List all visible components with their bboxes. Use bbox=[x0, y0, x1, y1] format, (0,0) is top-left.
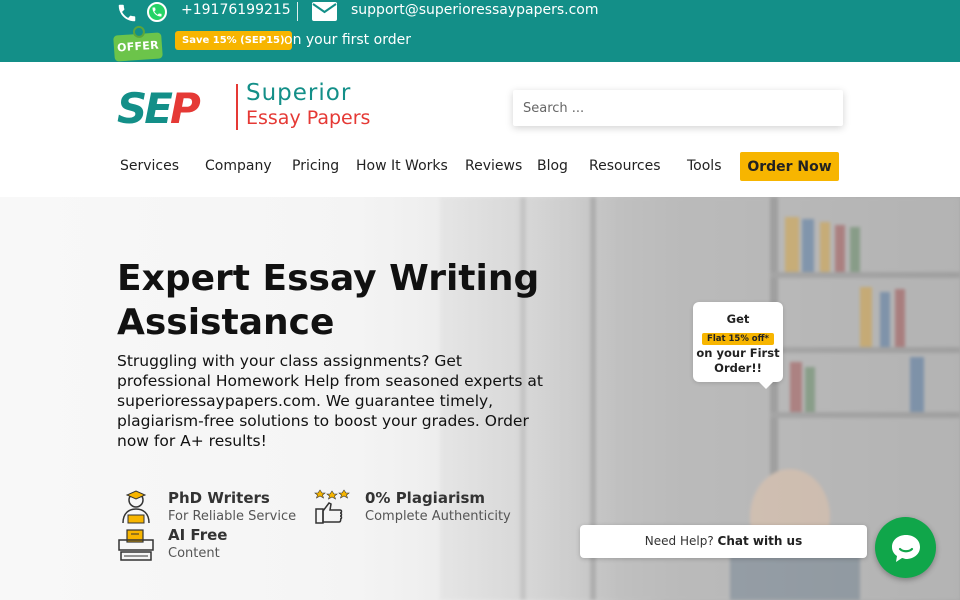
search-box bbox=[513, 90, 843, 126]
promo-discount-badge: Flat 15% off* bbox=[702, 333, 774, 345]
hero-title: Expert Essay Writing Assistance bbox=[117, 258, 540, 343]
logo-divider bbox=[236, 84, 238, 130]
nav-pricing[interactable]: Pricing bbox=[292, 158, 339, 174]
contact-divider bbox=[297, 2, 298, 21]
order-now-button[interactable]: Order Now bbox=[740, 152, 839, 181]
logo-mark: SEP bbox=[117, 84, 201, 133]
main-nav: Services Company Pricing How It Works Re… bbox=[0, 150, 960, 184]
nav-how-it-works[interactable]: How It Works bbox=[356, 158, 448, 174]
promo-line1: on your First bbox=[696, 346, 780, 360]
hero-description: Struggling with your class assignments? … bbox=[117, 352, 543, 450]
logo-line1: Superior bbox=[246, 80, 352, 106]
feature-subtitle: For Reliable Service bbox=[168, 509, 297, 524]
feature-zero-plagiarism: 0% Plagiarism Complete Authenticity bbox=[314, 489, 514, 529]
logo-line2: Essay Papers bbox=[246, 107, 371, 129]
chat-prefix-text: Need Help? bbox=[644, 534, 714, 548]
first-order-text: on your first order bbox=[284, 32, 411, 48]
feature-subtitle: Content bbox=[168, 546, 220, 561]
chat-prompt-bar[interactable]: Need Help? Chat with us bbox=[580, 525, 867, 558]
feature-title: 0% Plagiarism bbox=[365, 489, 486, 507]
promo-line2: Order!! bbox=[714, 361, 762, 375]
chat-launcher-button[interactable] bbox=[875, 517, 936, 578]
top-contact-bar: +19176199215 support@superioressaypapers… bbox=[0, 0, 960, 62]
promo-bubble[interactable]: Get Flat 15% off* on your First Order!! bbox=[693, 302, 783, 389]
feature-ai-free: AI Free Content bbox=[117, 526, 307, 566]
nav-services[interactable]: Services bbox=[120, 158, 179, 174]
whatsapp-icon[interactable] bbox=[147, 2, 167, 22]
mail-icon[interactable] bbox=[312, 2, 337, 21]
feature-phd-writers: PhD Writers For Reliable Service bbox=[117, 489, 307, 529]
chat-bubble-icon bbox=[892, 535, 920, 562]
ai-free-icon bbox=[118, 529, 154, 561]
nav-resources[interactable]: Resources bbox=[589, 158, 661, 174]
phone-icon[interactable] bbox=[116, 2, 138, 24]
nav-company[interactable]: Company bbox=[205, 158, 272, 174]
support-email-link[interactable]: support@superioressaypapers.com bbox=[351, 2, 599, 18]
chat-cta-text: Chat with us bbox=[717, 534, 803, 548]
feature-title: PhD Writers bbox=[168, 489, 270, 507]
site-logo[interactable]: SEP Superior Essay Papers bbox=[117, 80, 372, 134]
feature-title: AI Free bbox=[168, 526, 228, 544]
nav-tools[interactable]: Tools bbox=[687, 158, 722, 174]
search-input[interactable] bbox=[513, 90, 843, 126]
phd-writer-icon bbox=[122, 490, 150, 524]
site-header: SEP Superior Essay Papers Services Compa… bbox=[0, 62, 960, 197]
thumbs-up-stars-icon bbox=[314, 489, 350, 524]
phone-number-link[interactable]: +19176199215 bbox=[181, 2, 291, 18]
feature-subtitle: Complete Authenticity bbox=[365, 509, 511, 524]
promo-get-text: Get bbox=[726, 312, 750, 326]
nav-reviews[interactable]: Reviews bbox=[465, 158, 522, 174]
nav-blog[interactable]: Blog bbox=[537, 158, 568, 174]
save-coupon-badge: Save 15% (SEP15) bbox=[175, 31, 292, 50]
offer-tag-icon: OFFER bbox=[113, 32, 163, 62]
